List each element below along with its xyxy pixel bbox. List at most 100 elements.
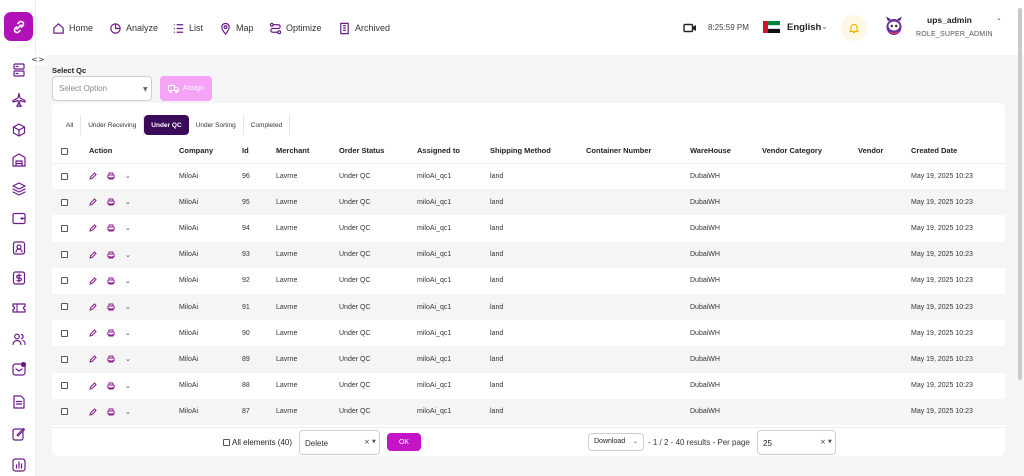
tab-under-receiving[interactable]: Under Receiving xyxy=(81,115,145,135)
table-row[interactable]: ⌄ MiloAi 89 Lavrne Under QC miloAi_qc1 land Dub… xyxy=(52,346,1005,373)
expand-chevron-icon[interactable]: ⌄ xyxy=(125,382,131,390)
row-checkbox[interactable] xyxy=(61,355,68,363)
table-row[interactable]: ⌄ MiloAi 92 Lavrne Under QC miloAi_qc1 land Dub… xyxy=(52,268,1005,294)
row-checkbox[interactable] xyxy=(61,250,68,258)
printer-icon[interactable] xyxy=(107,355,115,363)
user-menu-chevron-down-icon[interactable]: ⌄ xyxy=(996,14,1002,22)
pencil-icon[interactable] xyxy=(89,277,97,285)
pencil-icon[interactable] xyxy=(89,408,97,416)
expand-chevron-icon[interactable]: ⌄ xyxy=(125,329,131,337)
row-checkbox[interactable] xyxy=(61,381,68,389)
header-company[interactable]: Company xyxy=(179,139,242,164)
row-checkbox[interactable] xyxy=(61,198,68,206)
user-avatar[interactable] xyxy=(884,16,904,38)
header-created-date[interactable]: Created Date xyxy=(911,139,1005,164)
clear-per-page-icon[interactable]: × xyxy=(820,438,826,446)
nav-archived[interactable]: Archived xyxy=(338,20,390,36)
sidebar-item-message[interactable] xyxy=(9,359,28,378)
select-qc-dropdown[interactable]: Select Option xyxy=(52,76,152,101)
expand-chevron-icon[interactable]: ⌄ xyxy=(125,198,131,206)
pencil-icon[interactable] xyxy=(89,198,97,206)
header-merchant[interactable]: Merchant xyxy=(276,139,339,164)
table-row[interactable]: ⌄ MiloAi 91 Lavrne Under QC miloAi_qc1 land Dub… xyxy=(52,293,1005,321)
printer-icon[interactable] xyxy=(107,329,115,337)
table-row[interactable]: ⌄ MiloAi 87 Lavrne Under QC miloAi_qc1 land Dub… xyxy=(52,398,1005,425)
header-vendor-category[interactable]: Vendor Category xyxy=(762,139,858,164)
pencil-icon[interactable] xyxy=(89,224,97,233)
expand-chevron-icon[interactable]: ⌄ xyxy=(125,251,131,259)
expand-chevron-icon[interactable]: ⌄ xyxy=(125,355,131,363)
bulk-action-arrow-icon[interactable]: ▼ xyxy=(372,439,376,445)
tab-under-sorting[interactable]: Under Sorting xyxy=(189,115,244,135)
all-elements-toggle[interactable]: All elements (40) xyxy=(223,438,292,447)
pencil-icon[interactable] xyxy=(89,381,97,390)
tab-under-qc[interactable]: Under QC xyxy=(144,115,189,135)
tab-completed[interactable]: Completed xyxy=(244,115,291,135)
printer-icon[interactable] xyxy=(107,382,115,390)
expand-chevron-icon[interactable]: ⌄ xyxy=(125,172,131,180)
sidebar-item-dollar[interactable] xyxy=(9,268,28,287)
app-logo[interactable] xyxy=(4,12,33,41)
nav-analyze[interactable]: Analyze xyxy=(109,20,158,36)
printer-icon[interactable] xyxy=(107,224,115,232)
table-row[interactable]: ⌄ MiloAi 90 Lavrne Under QC miloAi_qc1 land Dub… xyxy=(52,320,1005,346)
table-row[interactable]: ⌄ MiloAi 88 Lavrne Under QC miloAi_qc1 land Dub… xyxy=(52,373,1005,399)
header-warehouse[interactable]: WareHouse xyxy=(690,139,762,164)
printer-icon[interactable] xyxy=(107,277,115,285)
sidebar-item-users[interactable] xyxy=(9,329,28,348)
row-checkbox[interactable] xyxy=(61,329,68,337)
expand-chevron-icon[interactable]: ⌄ xyxy=(125,224,131,232)
expand-chevron-icon[interactable]: ⌄ xyxy=(125,408,131,416)
printer-icon[interactable] xyxy=(107,408,115,416)
header-vendor[interactable]: Vendor xyxy=(858,139,911,164)
nav-map[interactable]: Map xyxy=(219,20,254,36)
pencil-icon[interactable] xyxy=(89,303,97,311)
video-camera-icon[interactable] xyxy=(683,22,697,34)
pencil-icon[interactable] xyxy=(89,329,97,337)
language-chevron-down-icon[interactable]: ⌄ xyxy=(821,22,828,31)
sidebar-item-layers[interactable] xyxy=(9,179,28,198)
sidebar-item-warehouse[interactable] xyxy=(9,150,28,169)
row-checkbox[interactable] xyxy=(61,277,68,285)
uae-flag-icon[interactable] xyxy=(763,21,780,33)
clear-bulk-action-icon[interactable]: × xyxy=(364,438,370,446)
pencil-icon[interactable] xyxy=(89,172,97,181)
row-checkbox[interactable] xyxy=(61,172,68,180)
all-elements-checkbox[interactable] xyxy=(223,439,230,446)
assign-button[interactable]: Assign xyxy=(160,76,212,101)
table-row[interactable]: ⌄ MiloAi 95 Lavrne Under QC miloAi_qc1 land Dub… xyxy=(52,189,1005,216)
sidebar-item-ticket[interactable] xyxy=(9,298,28,317)
sidebar-item-box[interactable] xyxy=(9,120,28,139)
header-assigned-to[interactable]: Assigned to xyxy=(417,139,490,164)
per-page-arrow-icon[interactable]: ▼ xyxy=(828,439,832,445)
printer-icon[interactable] xyxy=(107,251,115,259)
sidebar-item-chart[interactable] xyxy=(9,455,28,474)
sidebar-collapse-toggle[interactable]: <> xyxy=(31,54,45,65)
table-row[interactable]: ⌄ MiloAi 93 Lavrne Under QC miloAi_qc1 land Dub… xyxy=(52,241,1005,268)
language-selector[interactable]: English xyxy=(787,22,821,33)
printer-icon[interactable] xyxy=(107,198,115,206)
row-checkbox[interactable] xyxy=(61,303,68,311)
nav-list[interactable]: List xyxy=(172,20,203,36)
nav-optimize[interactable]: Optimize xyxy=(269,20,322,36)
sidebar-item-server[interactable] xyxy=(9,60,28,79)
printer-icon[interactable] xyxy=(107,172,115,180)
printer-icon[interactable] xyxy=(107,303,115,311)
download-chevron-down-icon[interactable]: ⌄ xyxy=(633,438,638,445)
sidebar-item-document[interactable] xyxy=(9,392,28,411)
page-scrollbar[interactable] xyxy=(1018,8,1022,380)
header-container-number[interactable]: Container Number xyxy=(586,139,690,164)
sidebar-item-user-badge[interactable] xyxy=(9,238,28,257)
notifications-button[interactable] xyxy=(841,15,867,41)
sidebar-item-wallet[interactable] xyxy=(9,208,28,227)
header-id[interactable]: Id xyxy=(242,139,276,164)
header-order-status[interactable]: Order Status xyxy=(339,139,417,164)
pencil-icon[interactable] xyxy=(89,355,97,364)
select-all-checkbox[interactable] xyxy=(61,147,68,155)
table-row[interactable]: ⌄ MiloAi 94 Lavrne Under QC miloAi_qc1 land Dub… xyxy=(52,215,1005,241)
row-checkbox[interactable] xyxy=(61,408,68,416)
expand-chevron-icon[interactable]: ⌄ xyxy=(125,277,131,285)
row-checkbox[interactable] xyxy=(61,224,68,232)
ok-button[interactable]: OK xyxy=(387,433,421,451)
header-shipping-method[interactable]: Shipping Method xyxy=(490,139,586,164)
